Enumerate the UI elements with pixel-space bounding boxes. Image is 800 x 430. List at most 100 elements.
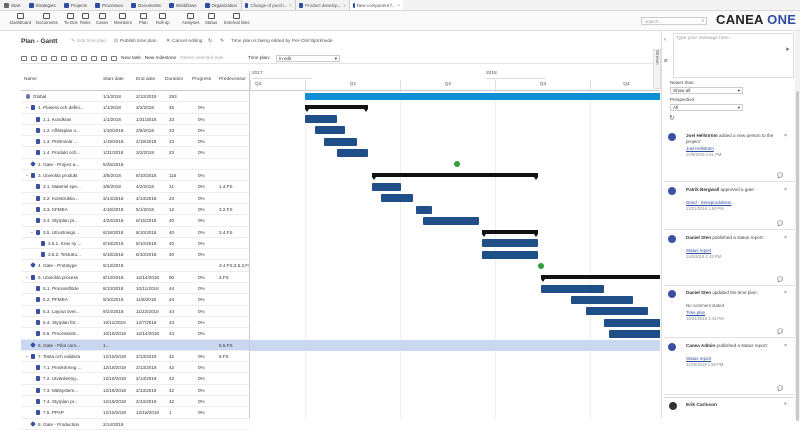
table-row[interactable]: 2. Gate - Project a... 5/25/2018 xyxy=(21,159,249,171)
milestone[interactable] xyxy=(538,262,545,269)
toolbar-status[interactable]: Status xyxy=(205,13,217,25)
task-bar[interactable] xyxy=(371,182,402,191)
task-bar[interactable] xyxy=(585,307,649,316)
close-icon[interactable]: × xyxy=(784,235,787,241)
new-task-button[interactable]: New task xyxy=(121,56,141,61)
tab-processes[interactable]: Processes xyxy=(91,0,127,10)
toolbar-cases[interactable]: Cases xyxy=(96,13,108,25)
toolbar-documents[interactable]: Documents xyxy=(36,13,58,25)
feed-author[interactable]: Canea Admin xyxy=(686,343,715,348)
delete-task-button[interactable]: Delete selected task xyxy=(180,56,223,61)
table-row[interactable]: 1.3. Preliminär ... 1/19/2018 2/19/2018 23 0… xyxy=(21,136,249,148)
link-icon[interactable] xyxy=(61,55,67,61)
table-row[interactable]: Global 1/1/2018 2/13/2019 293 xyxy=(21,91,249,103)
tab-documents[interactable]: Documents xyxy=(127,0,165,10)
task-bar[interactable] xyxy=(423,216,480,225)
table-row[interactable]: 3.5.1. Krav ny ... 6/18/2018 8/10/2018 40 0% xyxy=(21,238,249,250)
publish-time-plan-button[interactable]: ⊙ Publish time plan xyxy=(114,39,157,44)
milestone[interactable] xyxy=(454,160,460,167)
grid-icon[interactable] xyxy=(31,55,37,61)
doc-tab-3[interactable]: New component f... × xyxy=(349,0,404,10)
tab-organization[interactable]: Organization xyxy=(201,0,242,10)
close-icon[interactable]: × xyxy=(784,187,787,193)
close-icon[interactable]: × xyxy=(397,3,400,8)
undo-icon[interactable] xyxy=(41,55,47,61)
feed-author[interactable]: Patrik Bergwall xyxy=(686,187,719,192)
col-progress[interactable]: Progress xyxy=(192,77,211,82)
edit-time-plan-button[interactable]: ✎ Edit time plan xyxy=(71,39,106,44)
feed-link[interactable]: Status report xyxy=(686,356,711,361)
table-row[interactable]: ⌄ 1. Plasera och defini... 1/1/2018 3/2/201… xyxy=(21,102,249,114)
task-bar[interactable] xyxy=(541,284,604,293)
scrollbar-thumb[interactable] xyxy=(796,91,799,421)
close-icon[interactable]: × xyxy=(784,343,787,349)
task-bar[interactable] xyxy=(609,329,660,338)
table-row[interactable]: 3.1. Materiel spe... 3/5/2018 4/2/2018 21 0%… xyxy=(21,181,249,193)
table-row[interactable]: 7.5. PPAP 12/18/2018 12/18/2018 1 0% xyxy=(21,407,249,419)
feed-link[interactable]: Time plan xyxy=(686,310,705,315)
unlink-icon[interactable] xyxy=(71,55,77,61)
table-row[interactable]: 1.4. Produkt och... 1/31/2018 3/2/2018 23 0% xyxy=(21,147,249,159)
table-row[interactable]: 5.5. Processinst... 10/16/2018 12/14/2018 4… xyxy=(21,328,249,340)
table-row[interactable]: 5.3. Layout över... 9/24/2018 11/22/2018 44… xyxy=(21,306,249,317)
col-predecessor[interactable]: Predecessor xyxy=(219,77,246,82)
time-plan-select[interactable]: In edit xyxy=(276,55,340,62)
task-bar[interactable] xyxy=(571,295,634,304)
table-row[interactable]: ⌄ 3. Utveckla produkt 3/5/2018 8/10/2018 115… xyxy=(21,170,249,182)
new-milestone-button[interactable]: New milestone xyxy=(145,56,176,61)
table-row[interactable]: 3.4. Styrplan pr... 4/23/2018 6/15/2018 40 0… xyxy=(21,215,249,227)
close-icon[interactable]: × xyxy=(343,3,346,8)
attach-icon[interactable]: ⌀ xyxy=(664,57,668,64)
task-bar[interactable] xyxy=(381,194,413,203)
task-bar[interactable] xyxy=(482,239,539,248)
table-row[interactable]: 7.3. Mätsystem... 12/18/2018 2/13/2019 42 0% xyxy=(21,385,249,397)
summary-bar[interactable] xyxy=(482,229,539,237)
close-icon[interactable]: × xyxy=(784,133,787,139)
collapse-chevron-icon[interactable]: ⌄ xyxy=(25,353,29,359)
toolbar-analyses[interactable]: Analyses xyxy=(182,13,199,25)
collapse-chevron-icon[interactable]: ⌄ xyxy=(25,172,29,178)
tab-projects[interactable]: Projects xyxy=(60,0,91,10)
comment-icon[interactable]: 💬 xyxy=(777,173,783,179)
feed-author[interactable]: Daniel Sten xyxy=(686,235,711,240)
comment-icon[interactable]: 💬 xyxy=(777,329,783,335)
history-icon[interactable]: ↻ xyxy=(208,39,212,44)
table-row[interactable]: 7.1. Provkörning ... 12/18/2018 2/13/2019 4… xyxy=(21,362,249,374)
doc-tab-1[interactable]: Change of purch... × xyxy=(241,0,295,10)
doc-tab-2[interactable]: Product develop... × xyxy=(295,0,349,10)
table-row[interactable]: 1.1. Kundkrav 1/1/2018 1/31/2018 23 0% xyxy=(21,114,249,125)
table-row[interactable]: 7.2. Utvärdering... 12/18/2018 2/13/2019 42… xyxy=(21,373,249,385)
table-row[interactable]: 3.3. KFMEA 4/16/2018 5/1/2018 12 0% 3.2.FS xyxy=(21,204,249,216)
perspective-select[interactable]: All xyxy=(670,104,743,111)
task-bar[interactable] xyxy=(324,137,357,146)
table-row[interactable]: 4. Gate - Prototype 8/13/2018 3.4.FS,3.5.2… xyxy=(21,260,249,272)
col-name[interactable]: Name xyxy=(24,77,37,82)
message-input[interactable]: Type your message here... xyxy=(673,33,794,78)
feed-author[interactable]: Joel Hellström xyxy=(686,133,718,138)
summary-bar[interactable] xyxy=(305,105,369,113)
table-row[interactable]: 3.2. Konstruktio... 3/14/2018 4/13/2018 23 0… xyxy=(21,193,249,204)
toolbar-rollup[interactable]: Roll-up xyxy=(156,13,170,25)
tab-strategies[interactable]: Strategies xyxy=(25,0,60,10)
grid-icon[interactable] xyxy=(21,55,27,61)
col-start[interactable]: Start date xyxy=(103,77,124,82)
table-row[interactable]: ⌄ 3.5. Utrustnings... 6/18/2018 8/10/2018 40… xyxy=(21,227,249,238)
arrow-up-icon[interactable] xyxy=(101,55,107,61)
table-row[interactable]: 6. Gate - Pilot com... 1... 5.5.FS xyxy=(21,339,249,351)
table-row[interactable]: 7.4. Styrplan pr... 12/18/2018 2/13/2019 42… xyxy=(21,396,249,408)
collapse-chevron-icon[interactable]: ⌄ xyxy=(25,274,29,280)
comment-icon[interactable]: 💬 xyxy=(777,386,783,392)
stream-toggle[interactable]: Stream xyxy=(653,49,661,89)
toolbar-todos[interactable]: To-Dos xyxy=(64,13,78,25)
feed-link[interactable]: Grind - Serieproduktion xyxy=(686,200,731,205)
task-bar[interactable] xyxy=(415,205,432,214)
task-bar[interactable] xyxy=(336,149,369,157)
close-icon[interactable]: × xyxy=(784,290,787,296)
task-bar[interactable] xyxy=(482,250,539,259)
col-duration[interactable]: Duration xyxy=(165,77,183,82)
edit-icon[interactable]: ✎ xyxy=(220,39,224,44)
toolbar-external-links[interactable]: External links xyxy=(224,13,250,25)
table-row[interactable]: ⌄ 5. Utveckla process 8/13/2018 12/14/2018 9… xyxy=(21,272,249,284)
chevron-left-icon[interactable]: ‹ xyxy=(664,37,666,43)
table-row[interactable]: 5.4. Styrplan för... 10/11/2018 12/7/2018 4… xyxy=(21,317,249,329)
